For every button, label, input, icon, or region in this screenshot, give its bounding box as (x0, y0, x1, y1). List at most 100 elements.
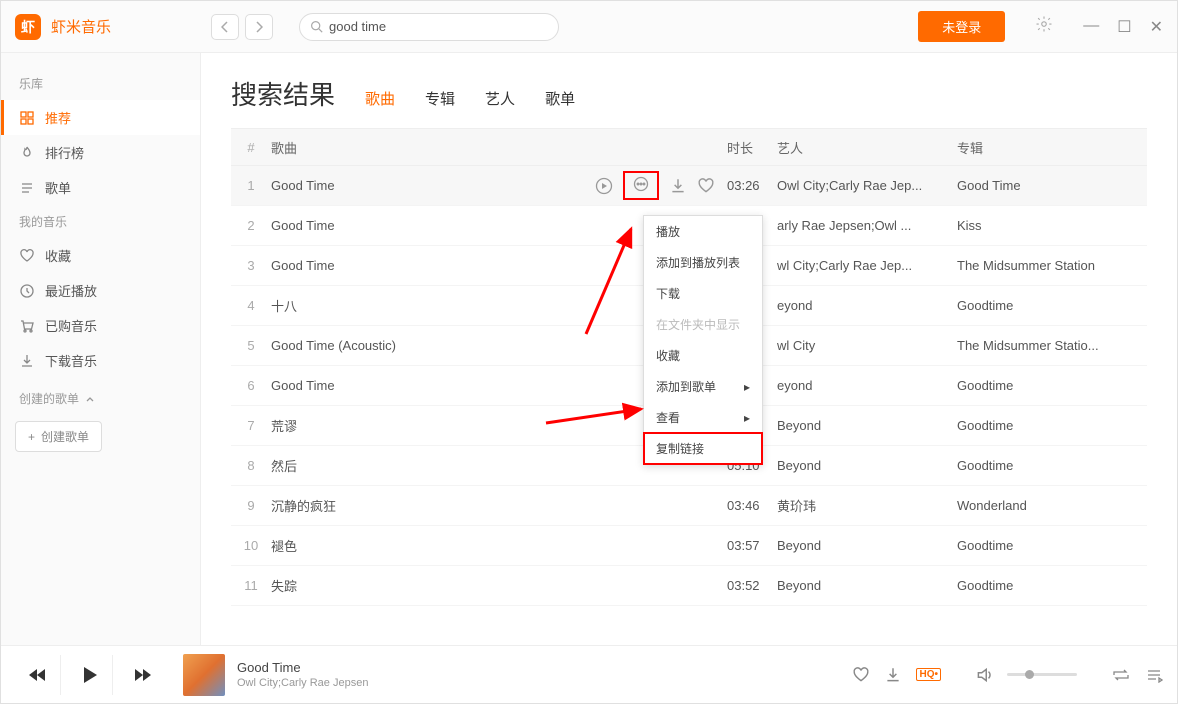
cell-artist: 黄玠玮 (777, 496, 957, 515)
ctx-favorite[interactable]: 收藏 (644, 340, 762, 371)
hq-badge[interactable]: HQ• (916, 668, 941, 681)
tab-albums[interactable]: 专辑 (425, 88, 455, 109)
next-button[interactable] (119, 655, 165, 695)
cell-index: 10 (231, 538, 271, 553)
ctx-download[interactable]: 下载 (644, 278, 762, 309)
cell-artist: wl City (777, 338, 957, 353)
window-controls: — ☐ ✕ (1083, 17, 1163, 37)
create-playlist-button[interactable]: + 创建歌单 (15, 421, 102, 452)
page-title: 搜索结果 (231, 75, 335, 112)
cell-artist: wl City;Carly Rae Jep... (777, 258, 957, 273)
sidebar-section-created[interactable]: 创建的歌单 (1, 378, 200, 415)
search-input[interactable] (329, 19, 548, 34)
button-label: 创建歌单 (41, 428, 89, 445)
cell-artist: Owl City;Carly Rae Jep... (777, 178, 957, 193)
tab-songs[interactable]: 歌曲 (365, 88, 395, 109)
list-icon (19, 180, 35, 196)
cell-song: 失踪 (271, 576, 727, 595)
sidebar-item-playlists[interactable]: 歌单 (1, 170, 200, 205)
search-box[interactable] (299, 13, 559, 41)
table-row[interactable]: 1 Good Time 03:26 Owl City;Carly Rae Jep… (231, 166, 1147, 206)
sidebar-label: 下载音乐 (45, 351, 97, 370)
heart-icon[interactable] (697, 177, 715, 195)
ctx-add-playlist[interactable]: 添加到歌单▸ (644, 371, 762, 402)
sidebar-item-downloads[interactable]: 下载音乐 (1, 343, 200, 378)
download-icon[interactable] (884, 666, 902, 684)
ctx-add-queue[interactable]: 添加到播放列表 (644, 247, 762, 278)
cell-artist: Beyond (777, 538, 957, 553)
cell-length: 03:52 (727, 578, 777, 593)
maximize-button[interactable]: ☐ (1117, 17, 1131, 37)
cell-album: The Midsummer Statio... (957, 338, 1147, 353)
player-bar: Good Time Owl City;Carly Rae Jepsen HQ• (1, 645, 1177, 703)
settings-icon[interactable] (1035, 15, 1053, 38)
sidebar-label: 收藏 (45, 246, 71, 265)
cell-index: 9 (231, 498, 271, 513)
volume-icon[interactable] (975, 666, 993, 684)
cell-artist: arly Rae Jepsen;Owl ... (777, 218, 957, 233)
cell-album: Good Time (957, 178, 1147, 193)
cell-album: The Midsummer Station (957, 258, 1147, 273)
cell-index: 8 (231, 458, 271, 473)
cell-length: 03:46 (727, 498, 777, 513)
cell-artist: Beyond (777, 418, 957, 433)
app-logo: 虾 (15, 14, 41, 40)
login-button[interactable]: 未登录 (918, 11, 1005, 42)
cell-album: Goodtime (957, 378, 1147, 393)
context-menu: 播放 添加到播放列表 下载 在文件夹中显示 收藏 添加到歌单▸ 查看▸ 复制链接 (643, 215, 763, 465)
sidebar-item-recommend[interactable]: 推荐 (1, 100, 200, 135)
tab-playlists[interactable]: 歌单 (545, 88, 575, 109)
ctx-play[interactable]: 播放 (644, 216, 762, 247)
nav-forward-button[interactable] (245, 14, 273, 40)
sidebar-item-favorites[interactable]: 收藏 (1, 238, 200, 273)
sidebar-item-purchased[interactable]: 已购音乐 (1, 308, 200, 343)
more-icon[interactable] (623, 171, 659, 200)
nav-back-button[interactable] (211, 14, 239, 40)
download-icon[interactable] (669, 177, 687, 195)
sidebar-item-charts[interactable]: 排行榜 (1, 135, 200, 170)
queue-icon[interactable] (1145, 667, 1163, 683)
search-header: 搜索结果 歌曲 专辑 艺人 歌单 (231, 75, 1147, 112)
table-row[interactable]: 10 褪色 03:57 Beyond Goodtime (231, 526, 1147, 566)
cell-album: Goodtime (957, 538, 1147, 553)
table-row[interactable]: 9 沉静的疯狂 03:46 黄玠玮 Wonderland (231, 486, 1147, 526)
close-button[interactable]: ✕ (1150, 17, 1163, 37)
sidebar-label: 歌单 (45, 178, 71, 197)
repeat-icon[interactable] (1111, 667, 1131, 683)
download-icon (19, 353, 35, 369)
track-artist: Owl City;Carly Rae Jepsen (237, 677, 368, 689)
album-art[interactable] (183, 654, 225, 696)
table-row[interactable]: 11 失踪 03:52 Beyond Goodtime (231, 566, 1147, 606)
cell-song: Good Time (271, 171, 727, 200)
minimize-button[interactable]: — (1083, 17, 1099, 37)
ctx-view[interactable]: 查看▸ (644, 402, 762, 433)
play-icon[interactable] (595, 177, 613, 195)
favorite-icon[interactable] (852, 666, 870, 684)
cell-song: 褪色 (271, 536, 727, 555)
row-actions (595, 171, 715, 200)
fire-icon (19, 145, 35, 161)
prev-button[interactable] (15, 655, 61, 695)
col-album: 专辑 (957, 138, 1147, 157)
cell-album: Wonderland (957, 498, 1147, 513)
sidebar-item-recent[interactable]: 最近播放 (1, 273, 200, 308)
ctx-copy-link[interactable]: 复制链接 (644, 433, 762, 464)
col-index: # (231, 140, 271, 155)
volume-slider[interactable] (1007, 673, 1077, 676)
nav-arrows (211, 14, 273, 40)
cell-album: Kiss (957, 218, 1147, 233)
cell-length: 03:57 (727, 538, 777, 553)
track-name: Good Time (237, 660, 368, 675)
player-controls (15, 655, 165, 695)
cell-index: 4 (231, 298, 271, 313)
table-header: # 歌曲 时长 艺人 专辑 (231, 128, 1147, 166)
sidebar: 乐库 推荐 排行榜 歌单 我的音乐 收藏 最近播放 已购音乐 下载音乐 创建的歌… (1, 53, 201, 645)
sidebar-label: 排行榜 (45, 143, 84, 162)
tab-artists[interactable]: 艺人 (485, 88, 515, 109)
cell-index: 1 (231, 178, 271, 193)
cell-index: 2 (231, 218, 271, 233)
cell-album: Goodtime (957, 418, 1147, 433)
chevron-right-icon: ▸ (744, 411, 750, 425)
cart-icon (19, 318, 35, 334)
play-button[interactable] (67, 655, 113, 695)
